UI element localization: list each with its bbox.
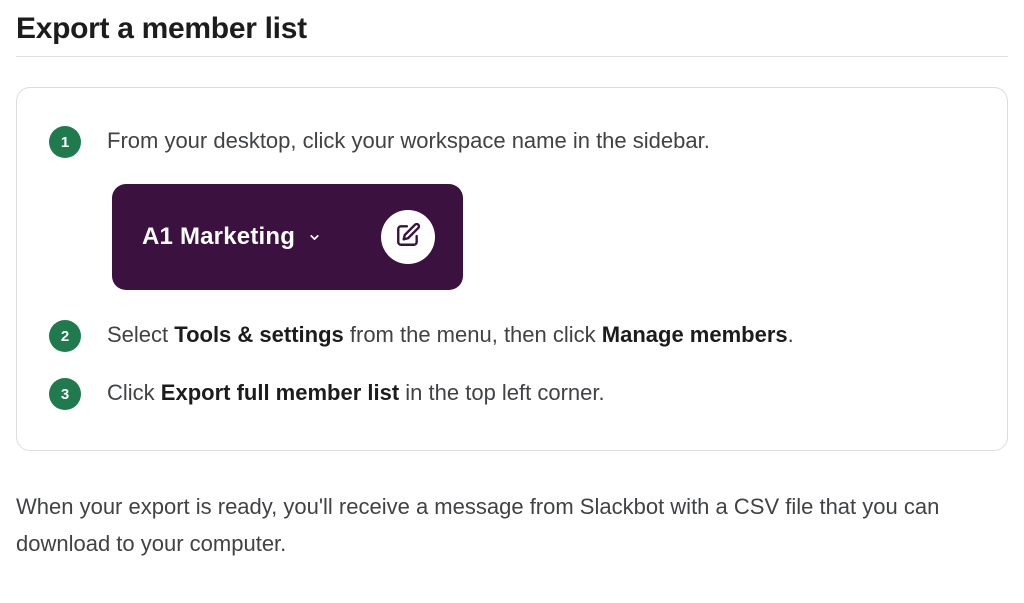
text-segment: Click (107, 380, 161, 405)
compose-button[interactable] (381, 210, 435, 264)
text-bold: Tools & settings (174, 322, 344, 347)
text-segment: Select (107, 322, 174, 347)
step-3: 3 Click Export full member list in the t… (49, 376, 975, 410)
step-1: 1 From your desktop, click your workspac… (49, 124, 975, 158)
steps-card: 1 From your desktop, click your workspac… (16, 87, 1008, 451)
text-bold: Manage members (602, 322, 788, 347)
compose-icon (395, 222, 421, 253)
workspace-illustration: A1 Marketing (112, 184, 975, 290)
step-number-badge: 3 (49, 378, 81, 410)
step-2-text: Select Tools & settings from the menu, t… (107, 318, 975, 352)
text-bold: Export full member list (161, 380, 399, 405)
workspace-name-group: A1 Marketing (142, 223, 321, 251)
text-segment: from the menu, then click (344, 322, 602, 347)
step-number-badge: 2 (49, 320, 81, 352)
title-divider (16, 56, 1008, 57)
text-segment: . (788, 322, 794, 347)
footer-paragraph: When your export is ready, you'll receiv… (16, 489, 1008, 562)
step-number-badge: 1 (49, 126, 81, 158)
text-segment: in the top left corner. (399, 380, 604, 405)
chevron-down-icon (307, 230, 321, 244)
step-2: 2 Select Tools & settings from the menu,… (49, 318, 975, 352)
step-3-text: Click Export full member list in the top… (107, 376, 975, 410)
workspace-chip[interactable]: A1 Marketing (112, 184, 463, 290)
step-1-text: From your desktop, click your workspace … (107, 124, 975, 158)
workspace-name-label: A1 Marketing (142, 223, 295, 251)
page-title: Export a member list (16, 12, 1008, 46)
